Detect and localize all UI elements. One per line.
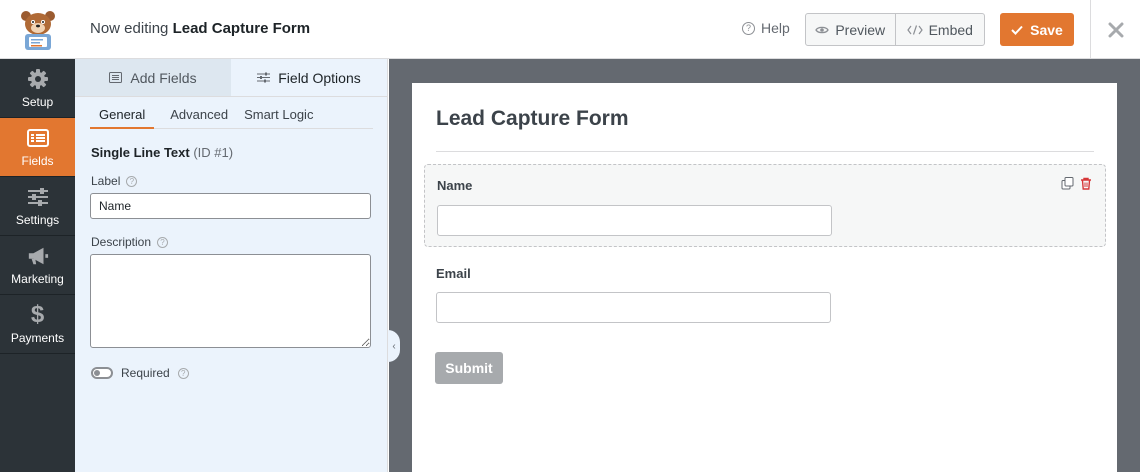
label-text: Label	[91, 174, 121, 188]
gear-icon	[27, 68, 48, 89]
tab-field-options[interactable]: Field Options	[231, 59, 387, 96]
close-icon	[1108, 22, 1123, 37]
form-title: Lead Capture Form	[436, 107, 629, 130]
nav-item-settings[interactable]: Settings	[0, 177, 75, 236]
field-label-name: Name	[437, 178, 473, 193]
eye-icon	[815, 26, 830, 33]
nav-item-setup[interactable]: Setup	[0, 59, 75, 118]
field-id: (ID #1)	[193, 145, 234, 160]
duplicate-icon[interactable]	[1061, 177, 1074, 190]
field-type-heading: Single Line Text (ID #1)	[91, 145, 233, 160]
editing-title: Now editing Lead Capture Form	[90, 20, 310, 37]
help-icon[interactable]: ?	[177, 367, 189, 379]
nav-label-marketing: Marketing	[11, 271, 64, 286]
builder-sidebar: Setup Fields Settings Marketing $ Paymen…	[0, 59, 75, 472]
label-input[interactable]	[90, 193, 371, 219]
help-icon: ?	[742, 21, 755, 35]
top-bar: Now editing Lead Capture Form ? Help Pre…	[0, 0, 1140, 59]
panel-tabs: Add Fields Field Options	[75, 59, 387, 97]
wpforms-logo	[0, 0, 75, 59]
field-name-selected[interactable]: Name	[424, 164, 1106, 247]
bear-logo-icon	[20, 10, 55, 50]
dollar-icon: $	[30, 300, 45, 328]
description-textarea[interactable]	[90, 254, 371, 348]
embed-button[interactable]: Embed	[894, 14, 985, 45]
field-type-name: Single Line Text	[91, 145, 190, 160]
preview-embed-group: Preview Embed	[805, 13, 985, 46]
nav-item-payments[interactable]: $ Payments	[0, 295, 75, 354]
nav-label-settings: Settings	[15, 212, 60, 227]
description-field-label: Description ?	[91, 235, 169, 249]
nav-item-marketing[interactable]: Marketing	[0, 236, 75, 295]
name-input-preview[interactable]	[437, 205, 832, 236]
help-label: Help	[761, 20, 790, 36]
preview-label: Preview	[835, 21, 886, 38]
help-link[interactable]: ? Help	[742, 20, 790, 36]
tab-add-fields-label: Add Fields	[130, 69, 197, 86]
megaphone-icon	[28, 247, 48, 264]
required-toggle[interactable]	[91, 367, 113, 379]
checkmark-icon	[1011, 25, 1023, 35]
help-icon[interactable]: ?	[126, 175, 138, 187]
nav-label-payments: Payments	[10, 330, 65, 345]
editing-prefix: Now editing	[90, 20, 169, 37]
sliders-icon	[257, 72, 271, 83]
preview-button[interactable]: Preview	[806, 14, 895, 45]
fields-icon	[26, 128, 49, 147]
chevron-left-icon: ‹	[392, 340, 396, 352]
trash-icon[interactable]	[1080, 177, 1092, 190]
close-button[interactable]	[1090, 0, 1140, 59]
field-options-panel: Add Fields Field Options General Advance…	[75, 59, 388, 472]
form-name: Lead Capture Form	[172, 20, 311, 37]
subtab-advanced[interactable]: Advanced	[170, 97, 228, 129]
embed-label: Embed	[928, 21, 973, 38]
tab-add-fields[interactable]: Add Fields	[75, 59, 231, 96]
email-input-preview[interactable]	[436, 292, 831, 323]
subtab-general[interactable]: General	[90, 97, 155, 129]
nav-label-setup: Setup	[21, 94, 54, 109]
sliders-icon	[27, 187, 48, 206]
save-button[interactable]: Save	[1000, 13, 1074, 46]
list-icon	[109, 72, 123, 83]
nav-label-fields: Fields	[21, 153, 54, 168]
required-label: Required	[121, 366, 170, 380]
field-actions	[1061, 177, 1092, 190]
submit-button[interactable]: Submit	[435, 352, 503, 384]
options-subtabs: General Advanced Smart Logic	[90, 97, 373, 129]
description-text: Description	[91, 235, 152, 249]
tab-field-options-label: Field Options	[278, 69, 361, 86]
form-preview-area: Lead Capture Form Name Email Submit	[389, 59, 1140, 472]
code-icon	[906, 24, 923, 35]
subtab-smart-logic[interactable]: Smart Logic	[244, 97, 313, 129]
nav-item-fields[interactable]: Fields	[0, 118, 75, 177]
label-field-label: Label ?	[91, 174, 138, 188]
form-canvas: Lead Capture Form Name Email Submit	[412, 83, 1117, 472]
required-row: Required ?	[91, 366, 189, 380]
help-icon[interactable]: ?	[157, 236, 169, 248]
save-label: Save	[1030, 21, 1063, 38]
title-divider	[436, 151, 1094, 152]
field-label-email: Email	[436, 266, 471, 281]
